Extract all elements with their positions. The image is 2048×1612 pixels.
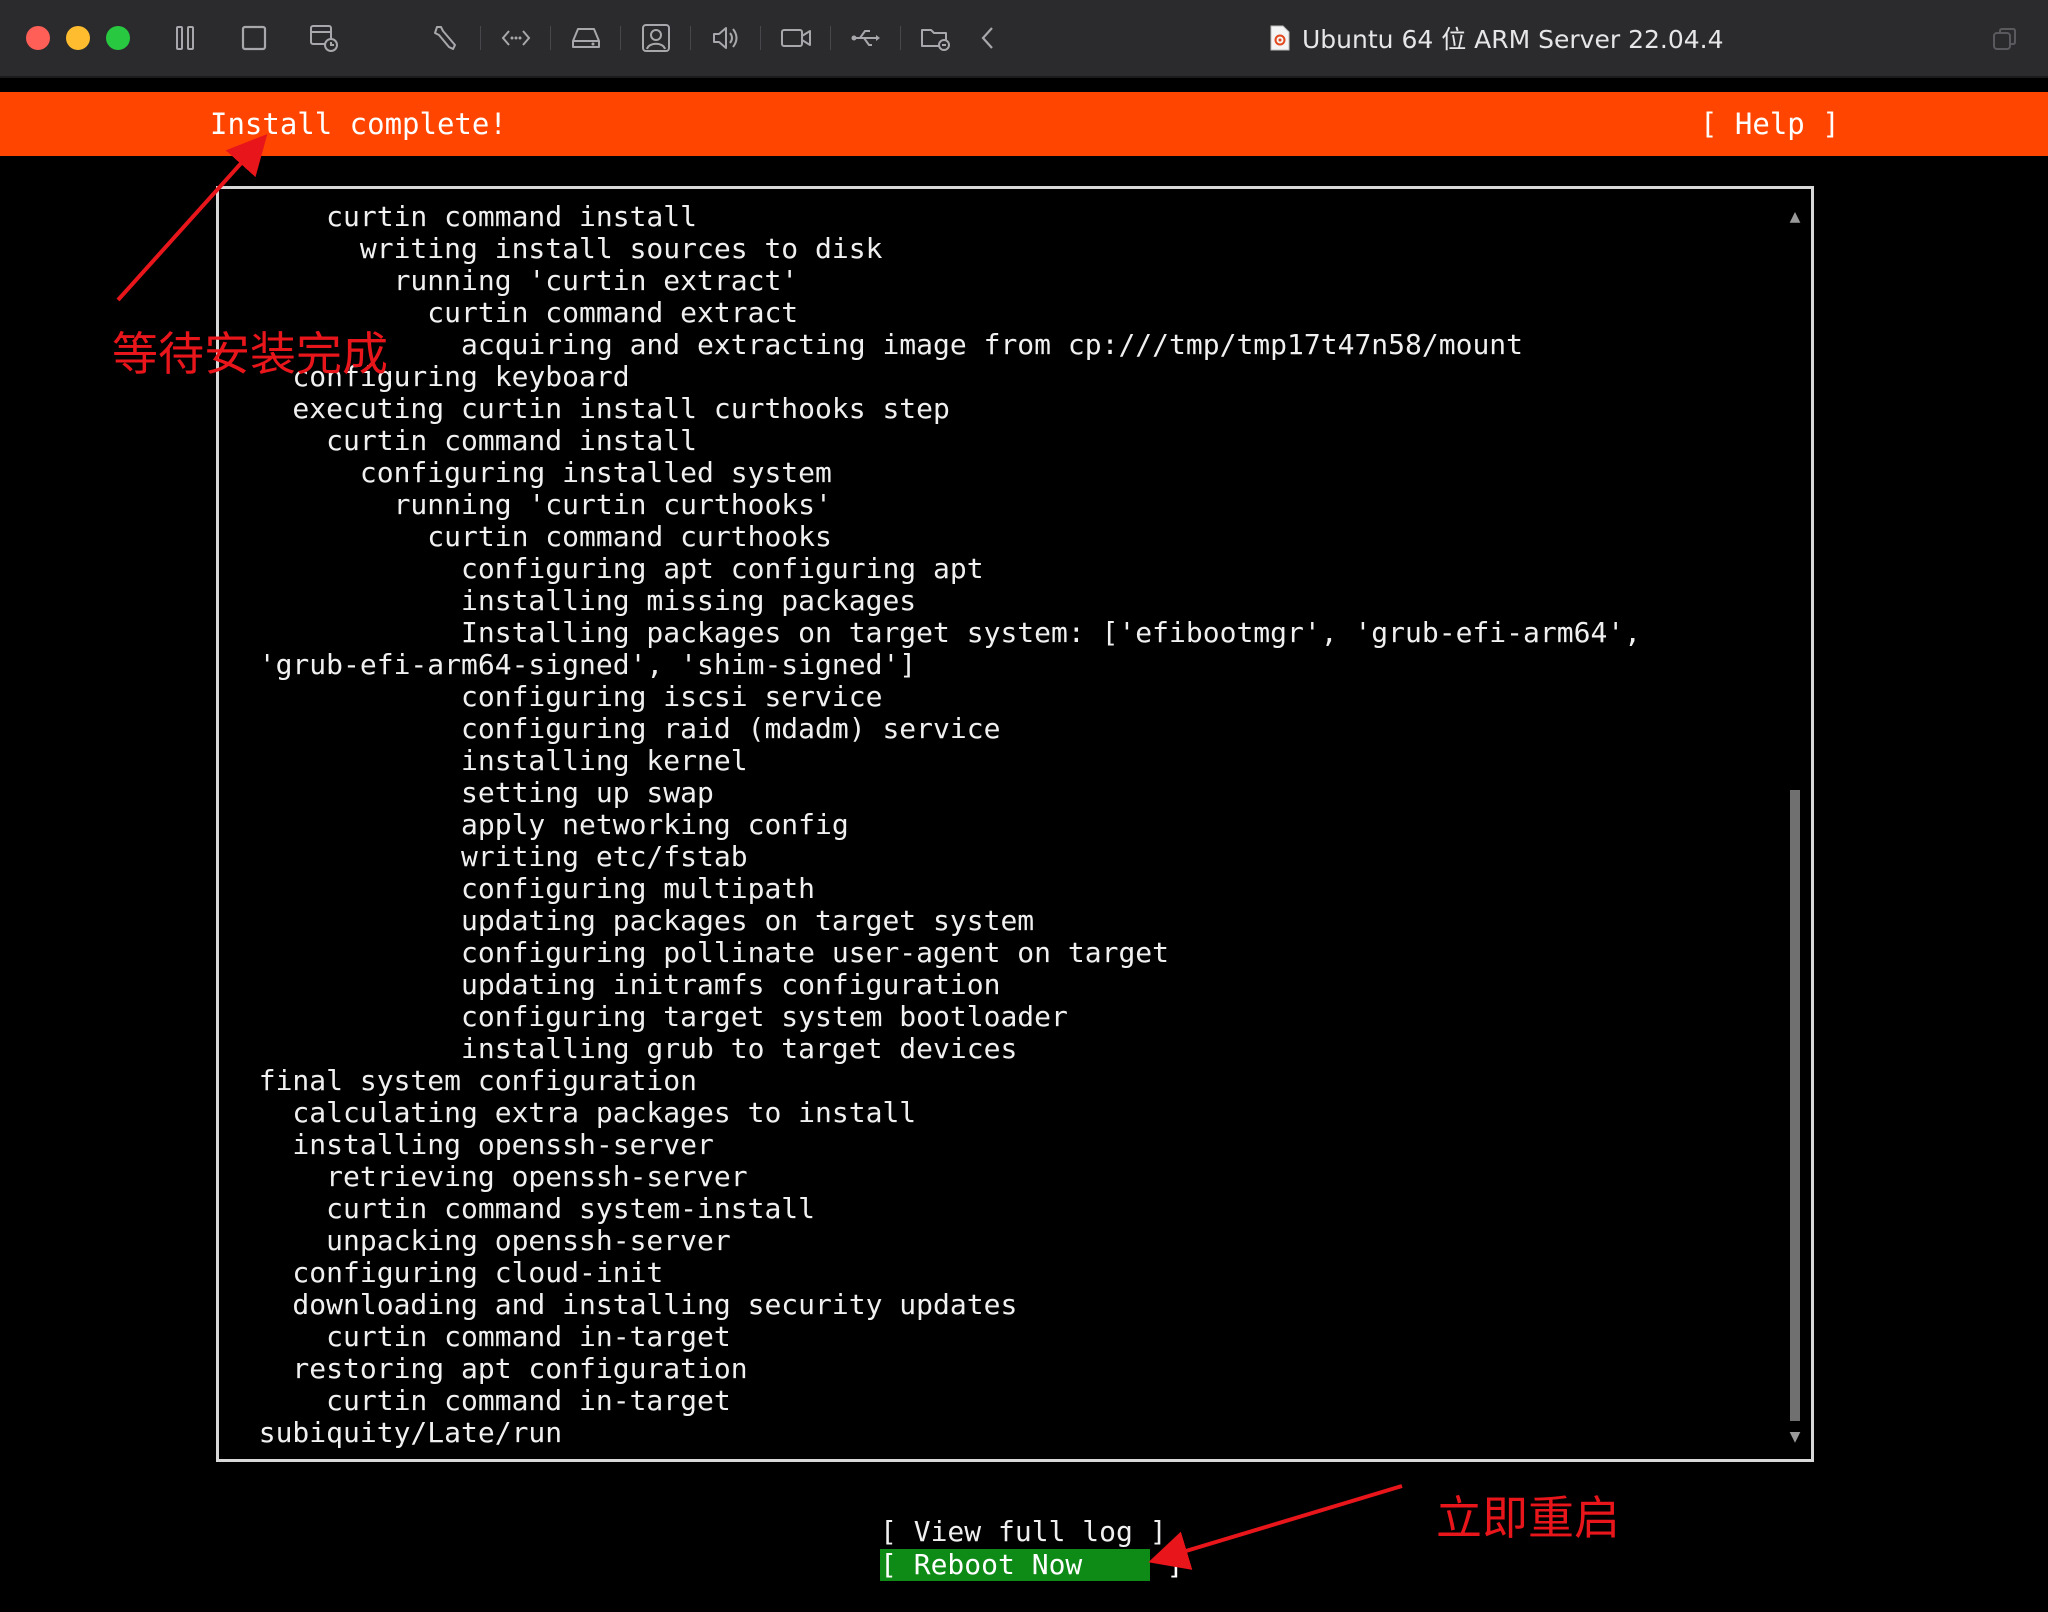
stop-icon[interactable] [236,20,272,56]
code-icon[interactable] [498,20,534,56]
page-title: Install complete! [210,107,507,141]
log-line: writing etc/fstab [225,840,748,873]
close-button[interactable] [26,26,50,50]
annotation-wait-install: 等待安装完成 [112,327,388,381]
log-line: configuring apt configuring apt [225,552,984,585]
scroll-thumb[interactable] [1790,790,1800,1421]
log-scrollbar[interactable]: ▲ ▼ [1787,209,1803,1445]
zoom-button[interactable] [106,26,130,50]
log-line: configuring cloud-init [225,1256,664,1289]
log-line: writing install sources to disk [225,232,883,265]
title-bar: Ubuntu 64 位 ARM Server 22.04.4 [0,0,2048,78]
log-line: updating initramfs configuration [225,968,1001,1001]
camera-icon[interactable] [778,20,814,56]
reboot-now-button[interactable]: [ Reboot Now ] [880,1549,1183,1581]
log-line: apply networking config [225,808,849,841]
settings-wrench-icon[interactable] [428,20,464,56]
log-line: curtin command curthooks [225,520,832,553]
window-title-text: Ubuntu 64 位 ARM Server 22.04.4 [1302,25,1724,54]
log-line: Installing packages on target system: ['… [225,616,1642,649]
disk-icon[interactable] [568,20,604,56]
log-line: final system configuration [225,1064,698,1097]
help-button[interactable]: [ Help ] [1700,106,1840,142]
log-line: configuring pollinate user-agent on targ… [225,936,1170,969]
log-line: configuring multipath [225,872,816,905]
minimize-button[interactable] [66,26,90,50]
scroll-down-arrow-icon[interactable]: ▼ [1787,1429,1803,1445]
install-log: curtin command install writing install s… [225,201,1775,1449]
log-line: retrieving openssh-server [225,1160,748,1193]
log-line: executing curtin install curthooks step [225,392,950,425]
log-line: updating packages on target system [225,904,1035,937]
vm-window: Ubuntu 64 位 ARM Server 22.04.4 Install c… [0,0,2048,1612]
log-line: installing openssh-server [225,1128,714,1161]
log-line: curtin command install [225,200,698,233]
log-line: configuring raid (mdadm) service [225,712,1001,745]
log-line: running 'curtin curthooks' [225,488,832,521]
installer-header: Install complete! [ Help ] [0,92,2048,156]
log-line: curtin command install [225,424,698,457]
log-line: configuring iscsi service [225,680,883,713]
annotation-reboot-now: 立即重启 [1436,1491,1620,1545]
log-line: curtin command in-target [225,1384,731,1417]
log-line: 'grub-efi-arm64-signed', 'shim-signed'] [225,648,917,681]
log-line: calculating extra packages to install [225,1096,917,1129]
restore-window-icon[interactable] [1990,24,2020,54]
log-line: running 'curtin extract' [225,264,799,297]
log-line: acquiring and extracting image from cp:/… [225,328,1524,361]
log-line: downloading and installing security upda… [225,1288,1018,1321]
scroll-track[interactable] [1790,231,1800,1421]
log-line: configuring target system bootloader [225,1000,1068,1033]
view-full-log-button[interactable]: [ View full log ] [880,1516,1167,1548]
shared-folder-icon[interactable] [918,20,954,56]
log-line: unpacking openssh-server [225,1224,731,1257]
log-line: subiquity/Late/run [225,1416,563,1449]
user-icon[interactable] [638,20,674,56]
scroll-up-arrow-icon[interactable]: ▲ [1787,209,1803,225]
log-line: configuring installed system [225,456,832,489]
log-line: curtin command in-target [225,1320,731,1353]
log-line: installing grub to target devices [225,1032,1018,1065]
log-line: installing missing packages [225,584,917,617]
sound-icon[interactable] [708,20,744,56]
log-line: setting up swap [225,776,714,809]
window-title: Ubuntu 64 位 ARM Server 22.04.4 [1270,18,1724,58]
log-line: restoring apt configuration [225,1352,748,1385]
chevron-left-icon[interactable] [970,20,1006,56]
log-line: curtin command extract [225,296,799,329]
usb-icon[interactable] [848,20,884,56]
pause-icon[interactable] [168,20,204,56]
log-line: configuring keyboard [225,360,630,393]
log-line: installing kernel [225,744,748,777]
vm-document-icon [1270,25,1290,51]
install-log-panel[interactable]: curtin command install writing install s… [216,186,1814,1462]
installer-screen: Install complete! [ Help ] curtin comman… [0,78,2048,1612]
log-line: curtin command system-install [225,1192,816,1225]
snapshot-icon[interactable] [306,20,342,56]
